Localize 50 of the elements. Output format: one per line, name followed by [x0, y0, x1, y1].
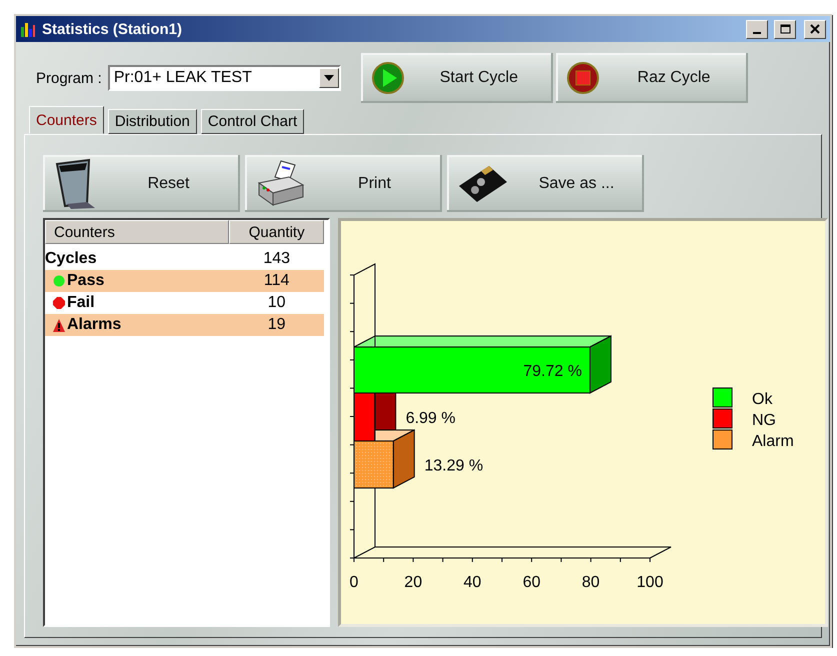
stop-icon — [566, 61, 600, 95]
reset-button[interactable]: Reset — [43, 155, 240, 212]
table-row[interactable]: Cycles 143 — [45, 248, 324, 270]
tab[interactable]: Control Chart — [200, 109, 304, 134]
window-title: Statistics (Station1) — [42, 20, 184, 38]
close-icon — [810, 24, 820, 34]
counter-name: Alarms — [67, 316, 122, 334]
tick-label: 100 — [636, 574, 664, 591]
tick-label: 20 — [404, 574, 422, 591]
warning-icon — [53, 318, 65, 332]
value-label: 13.29 % — [424, 458, 484, 474]
maximize-button[interactable] — [774, 20, 796, 38]
legend-label: Ok — [752, 391, 772, 408]
quantity-cell-text: 19 — [266, 316, 287, 334]
bar-chart-icon — [20, 21, 36, 37]
counter-name: Pass — [67, 272, 104, 290]
play-icon — [370, 61, 405, 95]
quantity-cell-text: 114 — [262, 272, 290, 290]
start-cycle-button[interactable]: Start Cycle — [360, 53, 553, 103]
tab[interactable]: Counters — [29, 106, 104, 134]
table-row[interactable]: Pass 114 — [45, 270, 324, 292]
tick-label: 0 — [350, 574, 358, 591]
value-label: 79.72 % — [523, 363, 582, 380]
quantity-cell-text: 143 — [262, 250, 292, 268]
reset-cycle-button[interactable]: Raz Cycle — [556, 53, 748, 103]
minimize-button[interactable] — [746, 20, 768, 38]
print-button[interactable]: Print — [245, 155, 442, 212]
column-header[interactable]: Counters — [45, 220, 230, 244]
trash-icon — [53, 158, 97, 210]
program-dropdown[interactable]: Pr:01+ LEAK TEST — [108, 65, 341, 91]
tab[interactable]: Distribution — [108, 109, 197, 134]
legend-label: NG — [752, 412, 776, 429]
table-row[interactable]: Alarms 19 — [45, 314, 324, 336]
legend-label: Alarm — [752, 433, 794, 450]
printer-icon — [255, 158, 307, 208]
status-dot-icon — [53, 275, 65, 287]
close-button[interactable] — [804, 20, 826, 38]
maximize-icon — [780, 24, 790, 34]
counter-name: Fail — [67, 294, 95, 312]
tick-label: 80 — [582, 574, 600, 591]
program-label: Program : — [36, 70, 102, 86]
column-header[interactable]: Quantity — [229, 220, 324, 244]
table-row[interactable]: Fail 10 — [45, 292, 324, 314]
quantity-cell-text: 10 — [266, 294, 287, 312]
tick-label: 60 — [522, 574, 540, 591]
minimize-icon — [753, 32, 761, 34]
value-label: 6.99 % — [406, 410, 456, 427]
counter-name: Cycles — [45, 250, 97, 268]
save-as-button[interactable]: Save as ... — [447, 155, 644, 212]
tick-label: 40 — [464, 574, 482, 591]
